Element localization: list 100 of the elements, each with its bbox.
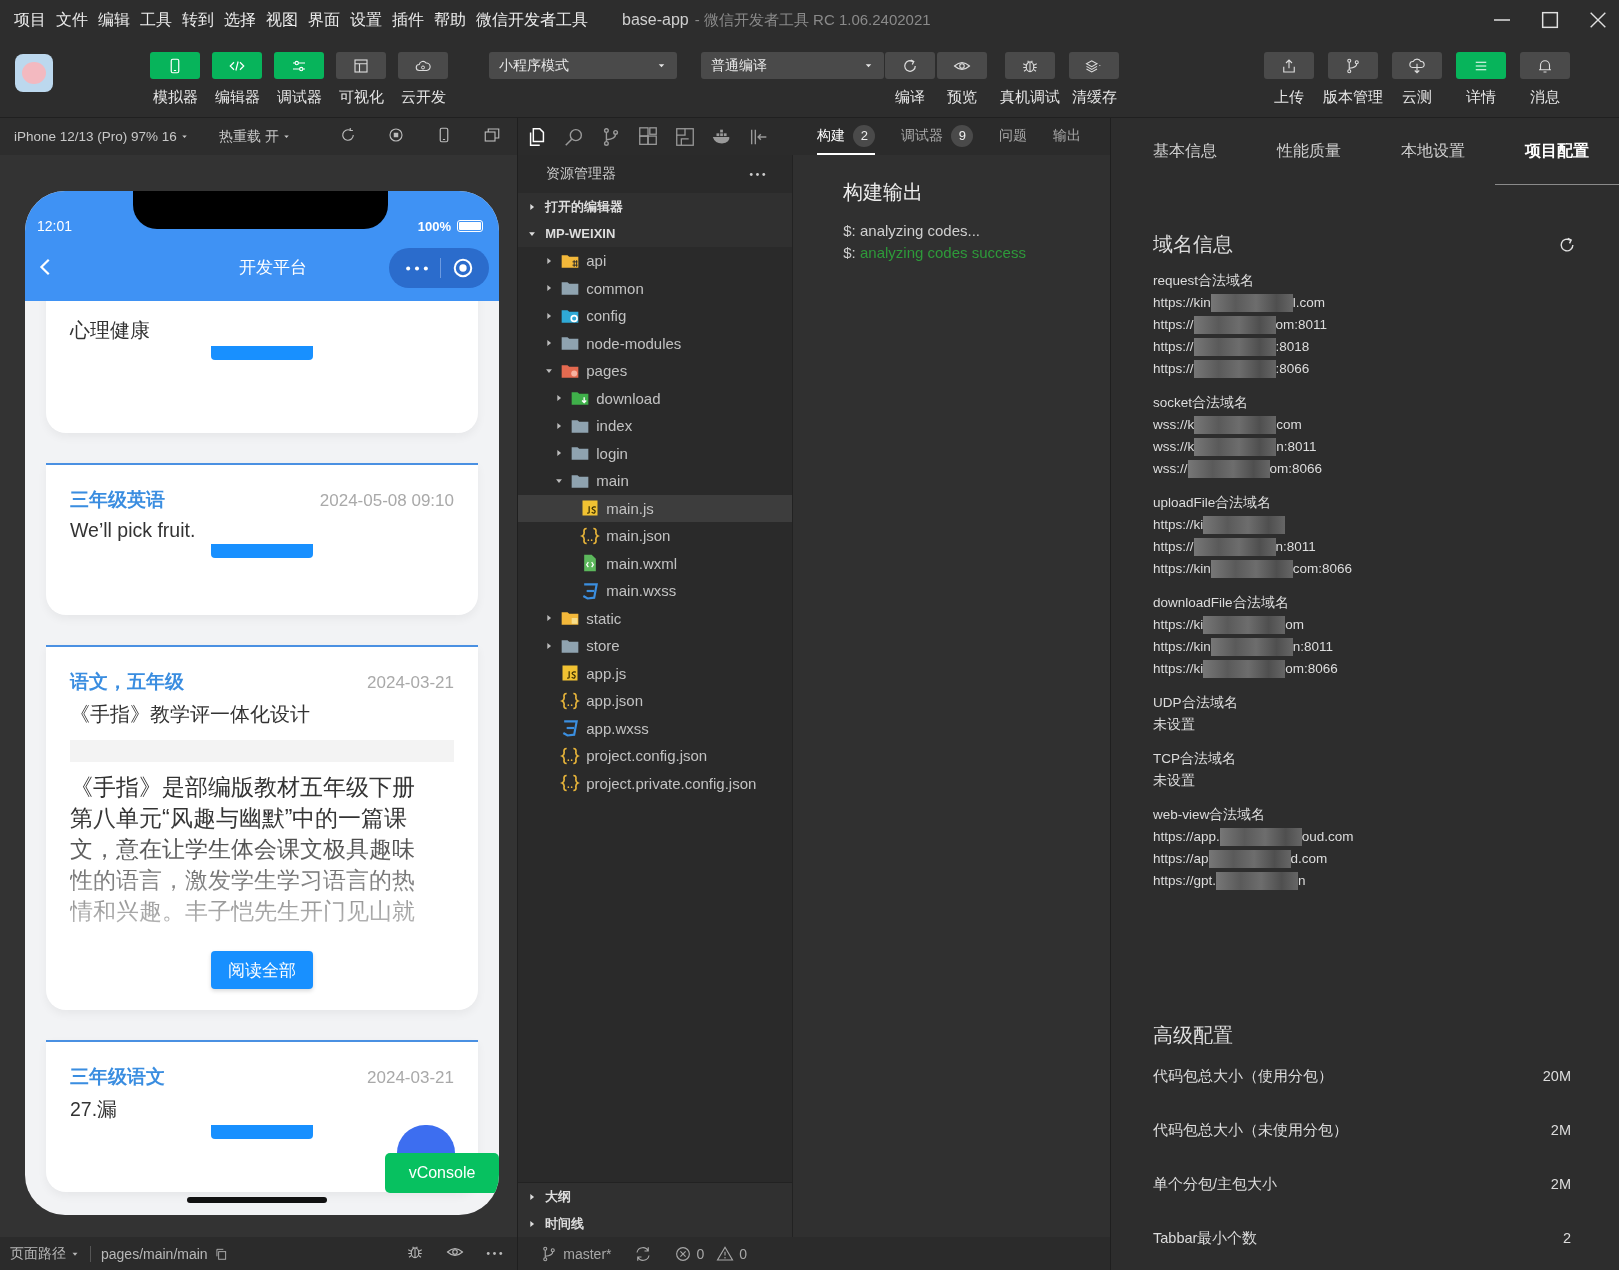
file-tree-item[interactable]: pages <box>518 357 793 385</box>
setting-label: 单个分包/主包大小 <box>1153 1174 1278 1194</box>
menu-item[interactable]: 选择 <box>224 9 256 31</box>
file-tree-item[interactable]: main.json <box>518 522 793 550</box>
menu-item[interactable]: 编辑 <box>98 9 130 31</box>
domain-url: om <box>1285 616 1305 634</box>
setting-label: Tabbar最小个数 <box>1153 1228 1258 1248</box>
toolbar-button[interactable]: 清缓存 <box>1068 52 1120 107</box>
details-tab[interactable]: 项目配置 <box>1495 118 1619 185</box>
domain-url: https:// <box>1153 316 1194 334</box>
file-tree-item[interactable]: node-modules <box>518 329 793 357</box>
panel-tab[interactable]: 问题 <box>999 118 1028 155</box>
hot-reload-dropdown[interactable]: 热重载 开 <box>218 127 291 146</box>
page-title: 开发平台 <box>238 257 308 278</box>
toolbar-button[interactable]: 消息 <box>1519 52 1571 107</box>
file-tree-item[interactable]: common <box>518 274 793 302</box>
card-date: 2024-03-21 <box>367 673 454 693</box>
menu-item[interactable]: 界面 <box>308 9 340 31</box>
domain-url: https://ki <box>1153 616 1204 634</box>
file-tree-item[interactable]: project.private.config.json <box>518 769 793 797</box>
toolbar-button[interactable]: 云开发 <box>397 52 449 107</box>
count-badge: 9 <box>951 124 974 147</box>
file-tree-item[interactable]: api <box>518 247 793 275</box>
card-subtitle: We’ll pick fruit. <box>70 519 197 542</box>
setting-value: 2M <box>1550 1176 1571 1192</box>
file-tree-item[interactable]: store <box>518 632 793 660</box>
page-path: pages/main/main <box>101 1245 208 1262</box>
file-tree-item[interactable]: download <box>518 384 793 412</box>
domain-label: downloadFile合法域名 <box>1153 594 1290 612</box>
panel-tab[interactable]: 调试器 9 <box>901 118 974 155</box>
menu-item[interactable]: 微信开发者工具 <box>476 9 588 31</box>
domain-label: request合法域名 <box>1153 272 1256 290</box>
page-path-dropdown[interactable]: 页面路径 <box>10 1244 80 1263</box>
menu-item[interactable]: 插件 <box>392 9 424 31</box>
toolbar-button[interactable]: 编辑器 <box>211 52 263 107</box>
file-tree-item[interactable]: project.config.json <box>518 742 793 770</box>
file-tree-item[interactable]: main <box>518 467 793 495</box>
domain-value: 未设置 <box>1153 716 1196 734</box>
project-name: base-app <box>622 11 689 29</box>
domain-url: om:8011 <box>1275 316 1328 334</box>
menu-item[interactable]: 文件 <box>56 9 88 31</box>
domain-url: https://kin <box>1153 560 1211 578</box>
log-line: $: analyzing codes... <box>843 221 982 241</box>
setting-label: 代码包总大小（未使用分包） <box>1153 1120 1348 1140</box>
menu-item[interactable]: 视图 <box>266 9 298 31</box>
panel-tab[interactable]: 输出 <box>1053 118 1082 155</box>
toolbar-button[interactable]: 调试器 <box>273 52 325 107</box>
compile-dropdown[interactable]: 普通编译 <box>701 52 884 79</box>
details-tab[interactable]: 性能质量 <box>1247 118 1371 185</box>
domain-url: https://gpt. <box>1153 872 1217 890</box>
domain-url: https:// <box>1153 360 1194 378</box>
menu-item[interactable]: 帮助 <box>434 9 466 31</box>
mode-dropdown[interactable]: 小程序模式 <box>489 52 677 79</box>
panel-title: 资源管理器 <box>546 165 617 183</box>
card-subtitle: 27.漏 <box>70 1097 119 1122</box>
toolbar-button[interactable]: 详情 <box>1455 52 1507 107</box>
file-tree-item[interactable]: index <box>518 412 793 440</box>
problems-status[interactable]: 0 0 <box>673 1244 748 1263</box>
domain-url: l.com <box>1292 294 1326 312</box>
file-tree-item[interactable]: app.json <box>518 687 793 715</box>
file-tree-item[interactable]: main.wxml <box>518 549 793 577</box>
file-tree-item[interactable]: main.js <box>518 494 793 522</box>
domain-url: n:8011 <box>1292 638 1334 656</box>
domain-url: https:// <box>1153 538 1194 556</box>
toolbar-button[interactable]: 编译 <box>884 52 936 107</box>
section-title: 域名信息 <box>1153 232 1233 257</box>
domain-label: uploadFile合法域名 <box>1153 494 1273 512</box>
toolbar-button[interactable]: 可视化 <box>335 52 387 107</box>
menu-item[interactable]: 项目 <box>14 9 46 31</box>
device-dropdown[interactable]: iPhone 12/13 (Pro) 97% 16 <box>14 129 189 144</box>
file-tree-item[interactable]: app.wxss <box>518 714 793 742</box>
domain-label: TCP合法域名 <box>1153 750 1237 768</box>
toolbar-button[interactable]: 预览 <box>936 52 988 107</box>
file-tree-item[interactable]: main.wxss <box>518 577 793 605</box>
section-header[interactable]: MP-WEIXIN <box>518 220 793 247</box>
section-title: 高级配置 <box>1153 1023 1234 1048</box>
domain-url: n:8011 <box>1276 438 1317 456</box>
file-tree-item[interactable]: config <box>518 302 793 330</box>
output-title: 构建输出 <box>843 180 925 205</box>
domain-url: https:// <box>1153 338 1194 356</box>
file-tree-item[interactable]: login <box>518 439 793 467</box>
menu-item[interactable]: 工具 <box>140 9 172 31</box>
battery-level: 100% <box>417 218 451 234</box>
domain-label: UDP合法域名 <box>1153 694 1239 712</box>
details-tab[interactable]: 基本信息 <box>1123 118 1247 185</box>
status-time: 12:01 <box>37 218 73 234</box>
domain-url: https://kin <box>1153 638 1211 656</box>
branch-status[interactable]: master* <box>540 1244 612 1263</box>
domain-url: com <box>1276 416 1302 434</box>
menu-item[interactable]: 转到 <box>182 9 214 31</box>
file-tree-item[interactable]: app.js <box>518 659 793 687</box>
details-tab[interactable]: 本地设置 <box>1371 118 1495 185</box>
section-header[interactable]: 打开的编辑器 <box>518 193 793 220</box>
toolbar-button[interactable]: 上传 <box>1263 52 1315 107</box>
file-tree-item[interactable]: static <box>518 604 793 632</box>
toolbar-button[interactable]: 模拟器 <box>149 52 201 107</box>
domain-url: https://kin <box>1153 294 1211 312</box>
card-title: 三年级英语 <box>70 488 165 512</box>
toolbar-button[interactable]: 云测 <box>1391 52 1443 107</box>
menu-item[interactable]: 设置 <box>350 9 382 31</box>
